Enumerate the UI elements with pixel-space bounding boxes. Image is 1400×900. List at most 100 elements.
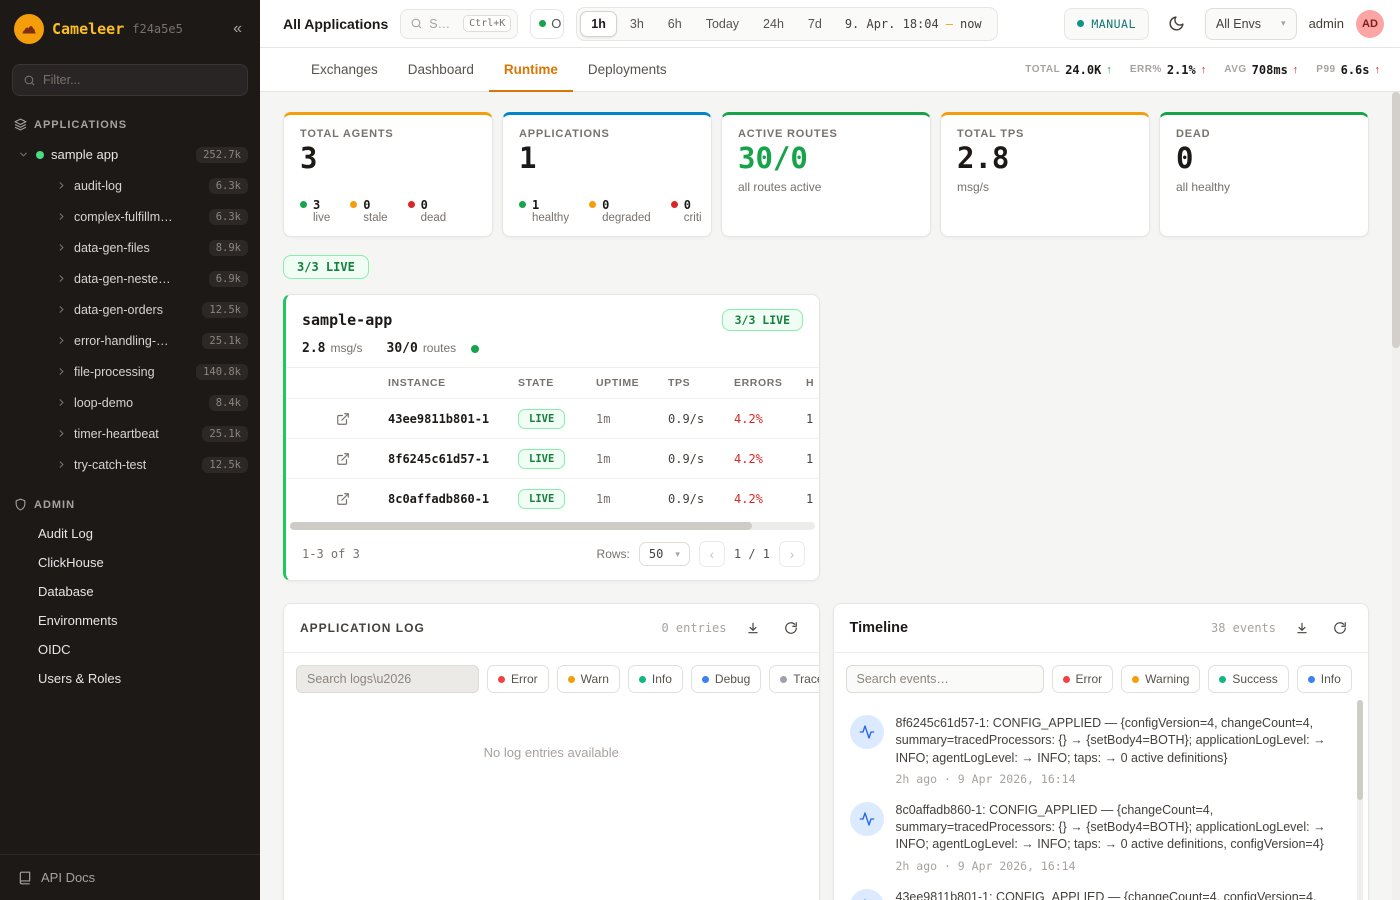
timeline-search-input[interactable] (846, 665, 1044, 693)
timeline-event[interactable]: 43ee9811b801-1: CONFIG_APPLIED — {change… (850, 889, 1351, 900)
header-stat: TOTAL 24.0K ↑ (1025, 63, 1112, 77)
state-badge: LIVE (518, 449, 565, 469)
event-type-filter-chip[interactable]: Error (1052, 665, 1114, 693)
api-docs-link[interactable]: API Docs (0, 854, 260, 900)
prev-page-button[interactable]: ‹ (699, 541, 725, 567)
level-label: Error (511, 672, 538, 686)
page-scrollbar[interactable] (1392, 92, 1400, 900)
log-level-filter-chip[interactable]: Info (628, 665, 683, 693)
tps-value: 0.9/s (668, 492, 734, 506)
status-dot (539, 20, 546, 27)
next-page-button[interactable]: › (779, 541, 805, 567)
admin-menu-item[interactable]: OIDC (0, 635, 260, 664)
event-type-filter-chip[interactable]: Warning (1121, 665, 1200, 693)
sidebar-app-item[interactable]: loop-demo 8.4k (0, 387, 260, 418)
refresh-mode-button[interactable]: MANUAL (1064, 8, 1149, 40)
sidebar-app-item[interactable]: error-handling-… 25.1k (0, 325, 260, 356)
log-search-input[interactable] (296, 665, 479, 693)
online-indicator[interactable]: O (530, 9, 564, 39)
time-range-button[interactable]: 7d (797, 11, 833, 37)
substat-value: 3 (313, 198, 330, 212)
scrollbar-thumb[interactable] (1357, 700, 1363, 800)
sidebar-app-item[interactable]: data-gen-orders 12.5k (0, 294, 260, 325)
timeline-event[interactable]: 8f6245c61d57-1: CONFIG_APPLIED — {config… (850, 715, 1351, 786)
time-range-button[interactable]: 3h (619, 11, 655, 37)
time-range-button[interactable]: Today (695, 11, 750, 37)
level-dot (702, 676, 709, 683)
global-search-button[interactable]: S… Ctrl+K (400, 9, 518, 39)
timeline-event[interactable]: 8c0affadb860-1: CONFIG_APPLIED — {change… (850, 802, 1351, 873)
tab[interactable]: Dashboard (393, 48, 489, 92)
refresh-button[interactable] (1328, 616, 1352, 640)
panel-header: APPLICATION LOG 0 entries (284, 604, 819, 653)
column-header-tps: TPS (668, 377, 734, 389)
download-button[interactable] (1290, 616, 1314, 640)
h-value: 1 (806, 412, 819, 426)
sidebar-app-item[interactable]: data-gen-neste… 6.9k (0, 263, 260, 294)
instance-row[interactable]: 8f6245c61d57-1 LIVE 1m 0.9/s 4.2% 1 (286, 438, 819, 478)
open-instance-button[interactable] (336, 452, 388, 466)
sidebar-collapse-button[interactable]: « (227, 17, 248, 41)
status-dot (589, 201, 596, 208)
search-icon (410, 17, 423, 30)
app-name: audit-log (74, 179, 122, 193)
timeline-scrollbar[interactable] (1357, 700, 1363, 900)
header-stats: TOTAL 24.0K ↑ ERR% 2.1% ↑ AVG 708ms ↑ (1025, 63, 1380, 77)
time-range-button[interactable]: 1h (580, 11, 617, 37)
log-level-filter-chip[interactable]: Error (487, 665, 549, 693)
instance-row[interactable]: 43ee9811b801-1 LIVE 1m 0.9/s 4.2% 1 (286, 398, 819, 438)
time-range-button[interactable]: 6h (657, 11, 693, 37)
open-instance-button[interactable] (336, 412, 388, 426)
rows-per-page-select[interactable]: 50 ▾ (639, 542, 690, 566)
log-level-filter-chip[interactable]: Trace (769, 665, 819, 693)
admin-menu-item[interactable]: Database (0, 577, 260, 606)
environment-select[interactable]: All Envs ▾ (1205, 8, 1297, 40)
admin-menu-item[interactable]: Users & Roles (0, 664, 260, 693)
tab[interactable]: Exchanges (296, 48, 393, 92)
sidebar-app-item[interactable]: timer-heartbeat 25.1k (0, 418, 260, 449)
admin-menu-item[interactable]: Audit Log (0, 519, 260, 548)
card-label: ACTIVE ROUTES (738, 128, 914, 140)
status-dot (671, 201, 678, 208)
admin-menu-item[interactable]: ClickHouse (0, 548, 260, 577)
refresh-mode-label: MANUAL (1091, 17, 1136, 31)
admin-menu-item[interactable]: Environments (0, 606, 260, 635)
sidebar-app-item[interactable]: file-processing 140.8k (0, 356, 260, 387)
admin-section-header: ADMIN (0, 480, 260, 519)
column-header-state: STATE (518, 377, 596, 389)
stat-label: ERR% (1130, 64, 1162, 75)
open-instance-button[interactable] (336, 492, 388, 506)
app-card-stats: 2.8 msg/s 30/0 routes (286, 341, 819, 368)
filter-input[interactable] (43, 73, 237, 87)
tab[interactable]: Runtime (489, 48, 573, 92)
event-type-filter-chip[interactable]: Success (1208, 665, 1288, 693)
dark-mode-toggle[interactable] (1161, 8, 1193, 40)
instance-row[interactable]: 8c0affadb860-1 LIVE 1m 0.9/s 4.2% 1 (286, 478, 819, 518)
substat: 3live (300, 198, 330, 224)
date-range[interactable]: 9. Apr. 18:04 — now (833, 17, 994, 31)
sidebar-app-item[interactable]: complex-fulfillm… 6.3k (0, 201, 260, 232)
horizontal-scrollbar[interactable] (290, 522, 815, 530)
time-range-button[interactable]: 24h (752, 11, 795, 37)
refresh-button[interactable] (779, 616, 803, 640)
app-card-header: sample-app 3/3 LIVE (286, 295, 819, 341)
sidebar-app-item[interactable]: audit-log 6.3k (0, 170, 260, 201)
log-level-filter-chip[interactable]: Warn (557, 665, 620, 693)
log-level-filter-chip[interactable]: Debug (691, 665, 761, 693)
instances-table: INSTANCE STATE UPTIME TPS ERRORS H (286, 368, 819, 518)
scrollbar-thumb[interactable] (1392, 92, 1400, 348)
page-indicator: 1 / 1 (734, 547, 770, 561)
sidebar-app-item[interactable]: try-catch-test 12.5k (0, 449, 260, 480)
sidebar-app-item[interactable]: data-gen-files 8.9k (0, 232, 260, 263)
tab[interactable]: Deployments (573, 48, 682, 92)
avatar[interactable]: AD (1356, 10, 1384, 38)
event-type-filter-chip[interactable]: Info (1297, 665, 1352, 693)
rows-per-page-label: Rows: (597, 547, 630, 561)
download-button[interactable] (741, 616, 765, 640)
type-label: Warning (1145, 672, 1189, 686)
activity-icon (850, 802, 884, 836)
admin-menu-label: OIDC (38, 642, 71, 657)
sidebar-item-sample-app[interactable]: sample app 252.7k (0, 139, 260, 170)
scrollbar-thumb[interactable] (290, 522, 752, 530)
level-dot (639, 676, 646, 683)
